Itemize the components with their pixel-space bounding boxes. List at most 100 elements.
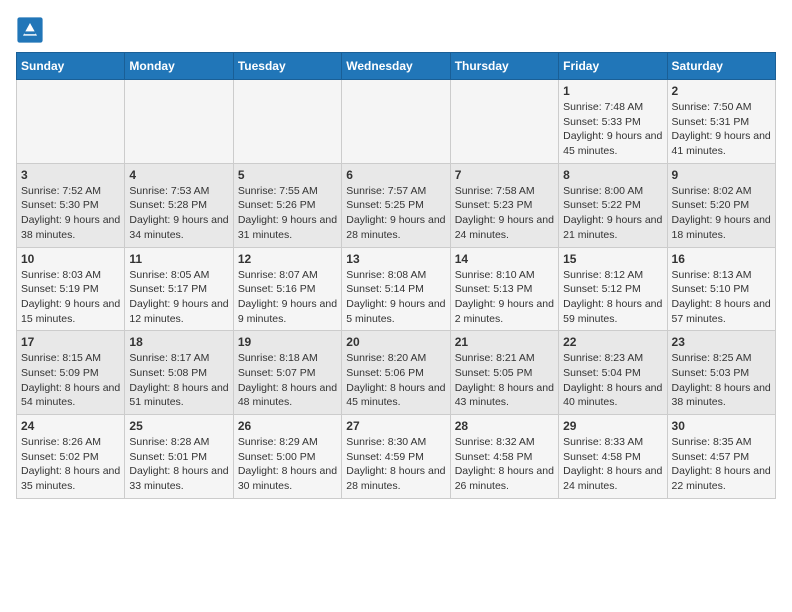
calendar-cell: 6Sunrise: 7:57 AM Sunset: 5:25 PM Daylig… — [342, 163, 450, 247]
day-info: Sunrise: 8:28 AM Sunset: 5:01 PM Dayligh… — [129, 435, 228, 494]
calendar-cell: 5 Sunrise: 7:55 AM Sunset: 5:26 PM Daylig… — [233, 163, 341, 247]
day-number: 4 — [129, 168, 228, 182]
calendar-cell — [125, 80, 233, 164]
calendar-cell — [450, 80, 558, 164]
calendar-cell: 25 Sunrise: 8:28 AM Sunset: 5:01 PM Dayli… — [125, 415, 233, 499]
day-info: Sunrise: 8:21 AM Sunset: 5:05 PM Dayligh… — [455, 351, 554, 410]
day-number: 24 — [21, 419, 120, 433]
calendar-cell: 14Sunrise: 8:10 AM Sunset: 5:13 PM Dayli… — [450, 247, 558, 331]
day-number: 3 — [21, 168, 120, 182]
day-info: Sunrise: 7:55 AM Sunset: 5:26 PM Dayligh… — [238, 184, 337, 243]
day-info: Sunrise: 8:23 AM Sunset: 5:04 PM Dayligh… — [563, 351, 662, 410]
day-number: 26 — [238, 419, 337, 433]
day-number: 21 — [455, 335, 554, 349]
calendar-cell: 11 Sunrise: 8:05 AM Sunset: 5:17 PM Dayli… — [125, 247, 233, 331]
day-number: 10 — [21, 252, 120, 266]
day-number: 29 — [563, 419, 662, 433]
day-number: 30 — [672, 419, 771, 433]
header-wednesday: Wednesday — [342, 53, 450, 80]
calendar-cell: 29 Sunrise: 8:33 AM Sunset: 4:58 PM Dayli… — [559, 415, 667, 499]
day-info: Sunrise: 8:17 AM Sunset: 5:08 PM Dayligh… — [129, 351, 228, 410]
calendar-cell: 26 Sunrise: 8:29 AM Sunset: 5:00 PM Dayli… — [233, 415, 341, 499]
calendar-table: Sunday Monday Tuesday Wednesday Thursday… — [16, 52, 776, 499]
day-info: Sunrise: 8:15 AM Sunset: 5:09 PM Dayligh… — [21, 351, 120, 410]
calendar-cell — [342, 80, 450, 164]
day-info: Sunrise: 7:58 AM Sunset: 5:23 PM Dayligh… — [455, 184, 554, 243]
day-number: 22 — [563, 335, 662, 349]
header-sunday: Sunday — [17, 53, 125, 80]
calendar-cell: 24 Sunrise: 8:26 AM Sunset: 5:02 PM Dayli… — [17, 415, 125, 499]
calendar-cell: 21 Sunrise: 8:21 AM Sunset: 5:05 PM Dayli… — [450, 331, 558, 415]
day-info: Sunrise: 8:20 AM Sunset: 5:06 PM Dayligh… — [346, 351, 445, 410]
calendar-cell: 7 Sunrise: 7:58 AM Sunset: 5:23 PM Daylig… — [450, 163, 558, 247]
calendar-week-2: 3 Sunrise: 7:52 AM Sunset: 5:30 PM Daylig… — [17, 163, 776, 247]
day-info: Sunrise: 8:18 AM Sunset: 5:07 PM Dayligh… — [238, 351, 337, 410]
calendar-cell: 10 Sunrise: 8:03 AM Sunset: 5:19 PM Dayli… — [17, 247, 125, 331]
calendar-cell: 27 Sunrise: 8:30 AM Sunset: 4:59 PM Dayli… — [342, 415, 450, 499]
day-number: 20 — [346, 335, 445, 349]
day-info: Sunrise: 8:12 AM Sunset: 5:12 PM Dayligh… — [563, 268, 662, 327]
day-info: Sunrise: 8:13 AM Sunset: 5:10 PM Dayligh… — [672, 268, 771, 327]
day-info: Sunrise: 8:26 AM Sunset: 5:02 PM Dayligh… — [21, 435, 120, 494]
calendar-cell: 19Sunrise: 8:18 AM Sunset: 5:07 PM Dayli… — [233, 331, 341, 415]
calendar-cell: 1 Sunrise: 7:48 AM Sunset: 5:33 PM Daylig… — [559, 80, 667, 164]
header-saturday: Saturday — [667, 53, 775, 80]
day-info: Sunrise: 7:48 AM Sunset: 5:33 PM Dayligh… — [563, 100, 662, 159]
calendar-cell: 4 Sunrise: 7:53 AM Sunset: 5:28 PM Daylig… — [125, 163, 233, 247]
day-number: 11 — [129, 252, 228, 266]
day-number: 6 — [346, 168, 445, 182]
day-number: 9 — [672, 168, 771, 182]
calendar-cell: 20 Sunrise: 8:20 AM Sunset: 5:06 PM Dayli… — [342, 331, 450, 415]
day-number: 15 — [563, 252, 662, 266]
day-number: 16 — [672, 252, 771, 266]
day-number: 8 — [563, 168, 662, 182]
day-info: Sunrise: 8:08 AM Sunset: 5:14 PM Dayligh… — [346, 268, 445, 327]
day-info: Sunrise: 7:53 AM Sunset: 5:28 PM Dayligh… — [129, 184, 228, 243]
day-number: 27 — [346, 419, 445, 433]
day-info: Sunrise: 8:03 AM Sunset: 5:19 PM Dayligh… — [21, 268, 120, 327]
day-info: Sunrise: 8:25 AM Sunset: 5:03 PM Dayligh… — [672, 351, 771, 410]
day-number: 23 — [672, 335, 771, 349]
day-info: Sunrise: 8:32 AM Sunset: 4:58 PM Dayligh… — [455, 435, 554, 494]
day-number: 5 — [238, 168, 337, 182]
day-info: Sunrise: 7:52 AM Sunset: 5:30 PM Dayligh… — [21, 184, 120, 243]
calendar-week-4: 17 Sunrise: 8:15 AM Sunset: 5:09 PM Dayli… — [17, 331, 776, 415]
calendar-week-1: 1 Sunrise: 7:48 AM Sunset: 5:33 PM Daylig… — [17, 80, 776, 164]
calendar-cell: 13 Sunrise: 8:08 AM Sunset: 5:14 PM Dayli… — [342, 247, 450, 331]
day-number: 17 — [21, 335, 120, 349]
day-info: Sunrise: 8:07 AM Sunset: 5:16 PM Dayligh… — [238, 268, 337, 327]
calendar-cell: 12 Sunrise: 8:07 AM Sunset: 5:16 PM Dayli… — [233, 247, 341, 331]
calendar-cell: 2 Sunrise: 7:50 AM Sunset: 5:31 PM Daylig… — [667, 80, 775, 164]
page-header — [16, 16, 776, 44]
day-info: Sunrise: 8:30 AM Sunset: 4:59 PM Dayligh… — [346, 435, 445, 494]
day-info: Sunrise: 8:33 AM Sunset: 4:58 PM Dayligh… — [563, 435, 662, 494]
calendar-cell: 15 Sunrise: 8:12 AM Sunset: 5:12 PM Dayli… — [559, 247, 667, 331]
day-number: 2 — [672, 84, 771, 98]
day-number: 7 — [455, 168, 554, 182]
day-number: 12 — [238, 252, 337, 266]
calendar-cell: 16 Sunrise: 8:13 AM Sunset: 5:10 PM Dayli… — [667, 247, 775, 331]
calendar-cell: 18Sunrise: 8:17 AM Sunset: 5:08 PM Dayli… — [125, 331, 233, 415]
calendar-body: 1 Sunrise: 7:48 AM Sunset: 5:33 PM Daylig… — [17, 80, 776, 499]
day-info: Sunrise: 8:00 AM Sunset: 5:22 PM Dayligh… — [563, 184, 662, 243]
day-number: 1 — [563, 84, 662, 98]
logo — [16, 16, 48, 44]
day-number: 25 — [129, 419, 228, 433]
header-monday: Monday — [125, 53, 233, 80]
day-info: Sunrise: 8:29 AM Sunset: 5:00 PM Dayligh… — [238, 435, 337, 494]
day-info: Sunrise: 8:05 AM Sunset: 5:17 PM Dayligh… — [129, 268, 228, 327]
calendar-week-3: 10 Sunrise: 8:03 AM Sunset: 5:19 PM Dayli… — [17, 247, 776, 331]
header-tuesday: Tuesday — [233, 53, 341, 80]
calendar-cell: 22 Sunrise: 8:23 AM Sunset: 5:04 PM Dayli… — [559, 331, 667, 415]
calendar-week-5: 24 Sunrise: 8:26 AM Sunset: 5:02 PM Dayli… — [17, 415, 776, 499]
calendar-cell: 8 Sunrise: 8:00 AM Sunset: 5:22 PM Daylig… — [559, 163, 667, 247]
calendar-header: Sunday Monday Tuesday Wednesday Thursday… — [17, 53, 776, 80]
day-info: Sunrise: 7:50 AM Sunset: 5:31 PM Dayligh… — [672, 100, 771, 159]
calendar-cell: 9 Sunrise: 8:02 AM Sunset: 5:20 PM Daylig… — [667, 163, 775, 247]
day-number: 13 — [346, 252, 445, 266]
day-info: Sunrise: 8:02 AM Sunset: 5:20 PM Dayligh… — [672, 184, 771, 243]
calendar-cell: 23 Sunrise: 8:25 AM Sunset: 5:03 PM Dayli… — [667, 331, 775, 415]
calendar-cell: 3 Sunrise: 7:52 AM Sunset: 5:30 PM Daylig… — [17, 163, 125, 247]
day-number: 28 — [455, 419, 554, 433]
header-friday: Friday — [559, 53, 667, 80]
